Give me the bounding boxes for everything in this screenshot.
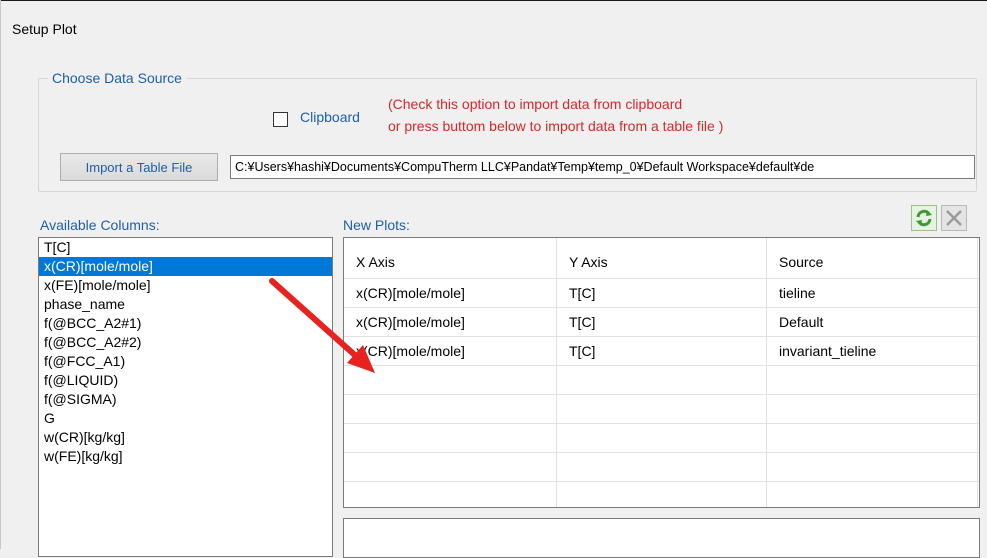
data-source-group-label: Choose Data Source <box>48 70 186 86</box>
clipboard-checkbox[interactable] <box>273 112 288 127</box>
table-cell[interactable] <box>344 366 557 394</box>
list-item[interactable]: w(CR)[kg/kg] <box>39 428 332 447</box>
table-cell[interactable] <box>344 424 557 452</box>
table-cell[interactable] <box>557 453 767 481</box>
table-cell[interactable] <box>557 424 767 452</box>
table-cell[interactable] <box>557 482 767 507</box>
table-row-empty[interactable] <box>344 453 979 482</box>
available-columns-list[interactable]: T[C] x(CR)[mole/mole] x(FE)[mole/mole] phas… <box>38 237 333 557</box>
delete-button[interactable] <box>941 205 967 231</box>
table-row[interactable]: x(CR)[mole/mole] T[C] Default <box>344 308 979 337</box>
available-columns-label: Available Columns: <box>40 217 160 233</box>
table-cell[interactable]: x(CR)[mole/mole] <box>344 308 557 336</box>
import-table-file-button[interactable]: Import a Table File <box>60 153 218 181</box>
table-cell[interactable]: x(CR)[mole/mole] <box>344 279 557 307</box>
table-cell[interactable] <box>344 395 557 423</box>
dialog-title: Setup Plot <box>12 21 77 37</box>
table-header: X Axis Y Axis Source <box>344 238 979 279</box>
table-cell[interactable] <box>767 395 978 423</box>
list-item[interactable]: G <box>39 409 332 428</box>
list-item[interactable]: f(@BCC_A2#1) <box>39 314 332 333</box>
clipboard-note-line2: or press buttom below to import data fro… <box>388 118 724 134</box>
table-cell[interactable]: x(CR)[mole/mole] <box>344 337 557 365</box>
list-item[interactable]: w(FE)[kg/kg] <box>39 447 332 466</box>
new-plots-label: New Plots: <box>343 217 410 233</box>
list-item[interactable]: f(@LIQUID) <box>39 371 332 390</box>
refresh-icon <box>916 209 932 227</box>
table-cell[interactable]: T[C] <box>557 337 767 365</box>
table-row-empty[interactable] <box>344 424 979 453</box>
table-cell[interactable]: tieline <box>767 279 978 307</box>
window-top-border <box>0 0 987 1</box>
list-item[interactable]: f(@FCC_A1) <box>39 352 332 371</box>
list-item[interactable]: phase_name <box>39 295 332 314</box>
table-cell[interactable] <box>767 424 978 452</box>
window-left-border <box>0 0 1 549</box>
clipboard-label[interactable]: Clipboard <box>300 109 360 125</box>
table-cell[interactable] <box>344 482 557 507</box>
table-body: x(CR)[mole/mole] T[C] tieline x(CR)[mole/mo… <box>344 279 979 507</box>
table-row[interactable]: x(CR)[mole/mole] T[C] invariant_tieline <box>344 337 979 366</box>
column-header-y-axis[interactable]: Y Axis <box>557 238 767 278</box>
table-cell[interactable]: invariant_tieline <box>767 337 978 365</box>
table-row[interactable]: x(CR)[mole/mole] T[C] tieline <box>344 279 979 308</box>
table-cell[interactable] <box>767 453 978 481</box>
table-cell[interactable]: T[C] <box>557 308 767 336</box>
list-item[interactable]: x(FE)[mole/mole] <box>39 276 332 295</box>
list-item[interactable]: x(CR)[mole/mole] <box>39 257 332 276</box>
table-cell[interactable] <box>557 366 767 394</box>
table-cell[interactable] <box>767 366 978 394</box>
column-header-x-axis[interactable]: X Axis <box>344 238 557 278</box>
table-cell[interactable]: Default <box>767 308 978 336</box>
table-row-empty[interactable] <box>344 366 979 395</box>
details-panel <box>343 518 980 558</box>
table-cell[interactable] <box>344 453 557 481</box>
table-cell[interactable] <box>767 482 978 507</box>
delete-icon <box>946 210 962 226</box>
list-item[interactable]: T[C] <box>39 238 332 257</box>
table-cell[interactable] <box>557 395 767 423</box>
new-plots-table[interactable]: X Axis Y Axis Source x(CR)[mole/mole] T[C… <box>343 237 980 508</box>
list-item[interactable]: f(@BCC_A2#2) <box>39 333 332 352</box>
table-cell[interactable]: T[C] <box>557 279 767 307</box>
file-path-field[interactable]: C:¥Users¥hashi¥Documents¥CompuTherm LLC¥… <box>230 155 975 179</box>
clipboard-note-line1: (Check this option to import data from c… <box>388 96 683 112</box>
table-row-empty[interactable] <box>344 395 979 424</box>
table-row-empty[interactable] <box>344 482 979 507</box>
list-item[interactable]: f(@SIGMA) <box>39 390 332 409</box>
refresh-button[interactable] <box>911 205 937 231</box>
column-header-source[interactable]: Source <box>767 238 978 278</box>
